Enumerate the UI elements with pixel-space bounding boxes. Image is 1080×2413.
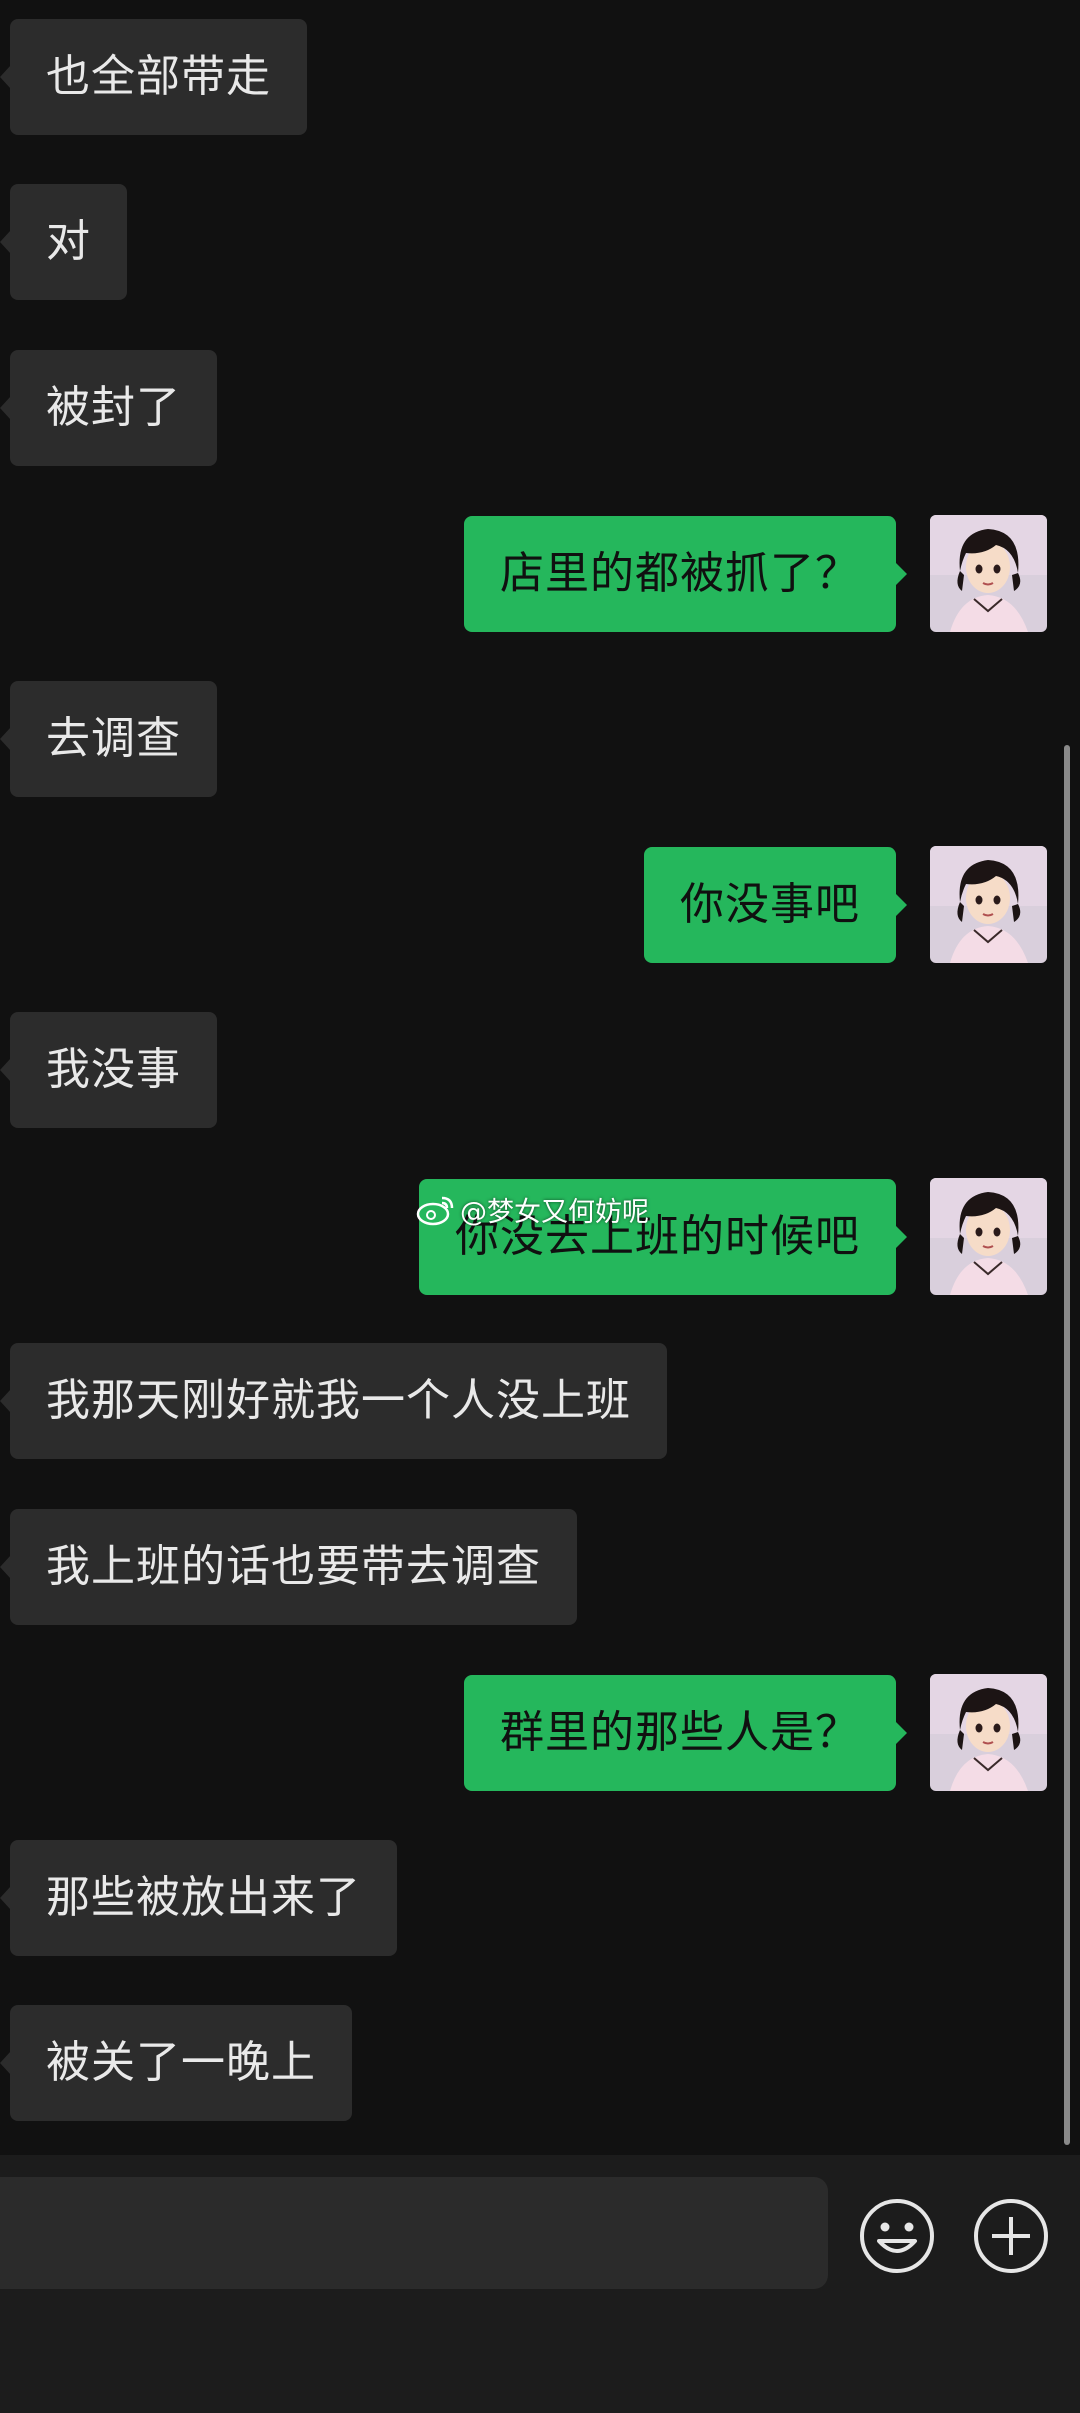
incoming-message-bubble[interactable]: 对 bbox=[0, 184, 127, 300]
message-row-incoming: 被关了一晚上 bbox=[0, 2005, 352, 2121]
avatar[interactable] bbox=[930, 515, 1047, 632]
chat-message-list[interactable]: 也全部带走 对 被封了 店里的都被抓了？ 去调查 你没事吧 我没事 你没去上班的… bbox=[0, 0, 1080, 2155]
outgoing-message-bubble[interactable]: 群里的那些人是？ bbox=[464, 1674, 907, 1791]
outgoing-message-bubble[interactable]: 你没事吧 bbox=[644, 846, 907, 963]
weibo-icon bbox=[416, 1196, 454, 1225]
incoming-message-bubble[interactable]: 那些被放出来了 bbox=[0, 1840, 397, 1956]
plus-circle-icon bbox=[974, 2199, 1048, 2273]
incoming-message-bubble[interactable]: 去调查 bbox=[0, 681, 217, 797]
message-row-incoming: 也全部带走 bbox=[0, 19, 307, 135]
message-row-outgoing: 店里的都被抓了？ bbox=[464, 515, 1047, 632]
incoming-message-bubble[interactable]: 被关了一晚上 bbox=[0, 2005, 352, 2121]
message-row-incoming: 那些被放出来了 bbox=[0, 1840, 397, 1956]
message-input-bar bbox=[0, 2155, 1080, 2413]
watermark-text: @梦女又何妨呢 bbox=[460, 1197, 649, 1228]
avatar[interactable] bbox=[930, 1674, 1047, 1791]
incoming-message-bubble[interactable]: 我没事 bbox=[0, 1012, 217, 1128]
more-button[interactable] bbox=[972, 2197, 1050, 2275]
incoming-message-bubble[interactable]: 也全部带走 bbox=[0, 19, 307, 135]
incoming-message-bubble[interactable]: 被封了 bbox=[0, 350, 217, 466]
message-row-incoming: 被封了 bbox=[0, 350, 217, 466]
message-row-incoming: 我没事 bbox=[0, 1012, 217, 1128]
message-row-incoming: 我上班的话也要带去调查 bbox=[0, 1509, 577, 1625]
message-row-incoming: 对 bbox=[0, 184, 127, 300]
scrollbar[interactable] bbox=[1064, 745, 1070, 2145]
incoming-message-bubble[interactable]: 我那天刚好就我一个人没上班 bbox=[0, 1343, 667, 1459]
message-row-incoming: 我那天刚好就我一个人没上班 bbox=[0, 1343, 667, 1459]
avatar[interactable] bbox=[930, 846, 1047, 963]
message-row-incoming: 去调查 bbox=[0, 681, 217, 797]
message-input[interactable] bbox=[0, 2177, 828, 2289]
outgoing-message-bubble[interactable]: 店里的都被抓了？ bbox=[464, 515, 907, 632]
avatar[interactable] bbox=[930, 1178, 1047, 1295]
emoji-icon bbox=[860, 2199, 934, 2273]
message-row-outgoing: 群里的那些人是？ bbox=[464, 1674, 1047, 1791]
weibo-watermark: @梦女又何妨呢 bbox=[416, 1190, 649, 1229]
message-row-outgoing: 你没事吧 bbox=[644, 846, 1047, 963]
emoji-button[interactable] bbox=[858, 2197, 936, 2275]
incoming-message-bubble[interactable]: 我上班的话也要带去调查 bbox=[0, 1509, 577, 1625]
